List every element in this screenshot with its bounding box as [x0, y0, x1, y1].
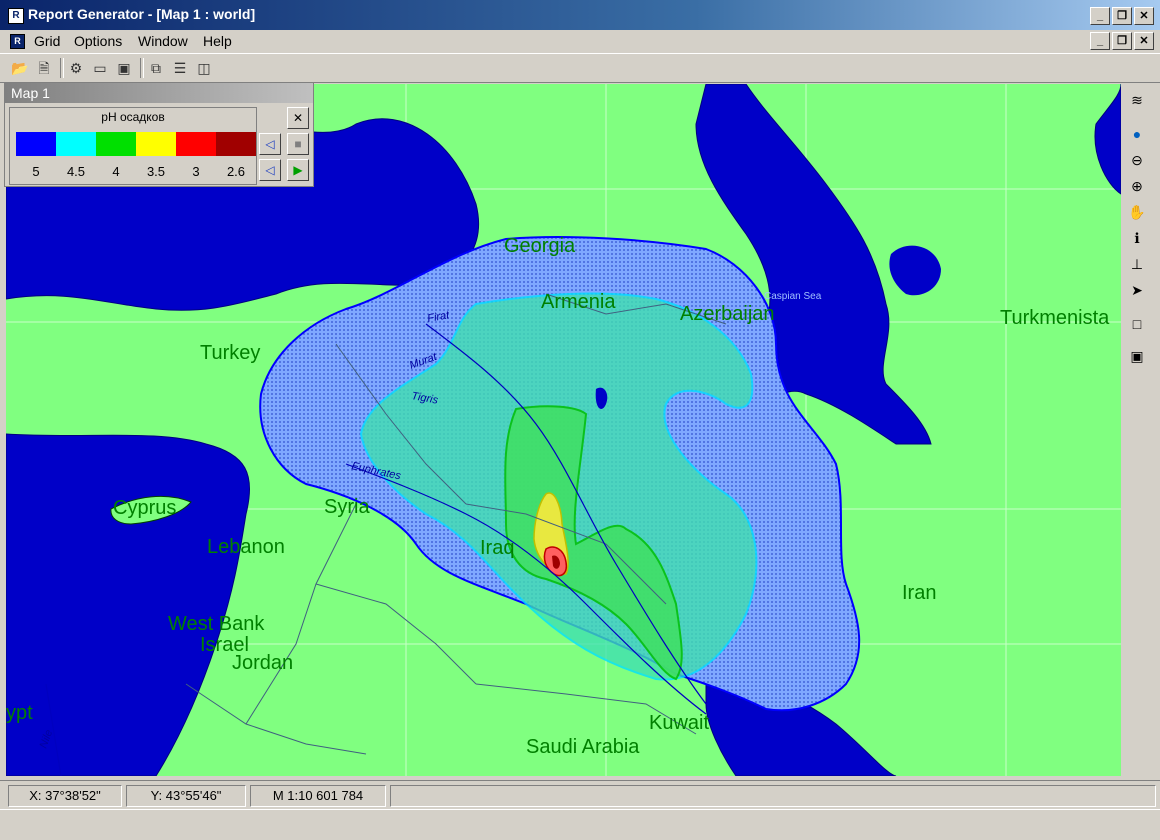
lake [889, 245, 941, 296]
label-lebanon: Lebanon [207, 536, 285, 558]
window-title: Report Generator - [Map 1 : world] [28, 6, 256, 22]
pan-hand-icon[interactable]: ✋ [1127, 202, 1147, 222]
bottom-strip [0, 809, 1160, 840]
title-bar: R Report Generator - [Map 1 : world] _ ❐… [0, 0, 1160, 30]
mdi-doc-icon[interactable]: R [10, 34, 25, 49]
label-kuwait: Kuwait [649, 712, 709, 734]
properties-icon[interactable]: 🗎 [34, 58, 54, 78]
ruler-icon[interactable]: ⊥ [1127, 254, 1147, 274]
snapshot-icon[interactable]: ▣ [1127, 346, 1147, 366]
legend-swatch [96, 132, 136, 156]
legend-header[interactable]: Map 1 [5, 83, 313, 103]
stop-icon[interactable]: ■ [287, 133, 309, 155]
legend-value: 4.5 [66, 164, 86, 179]
legend-swatch [216, 132, 256, 156]
child-close-icon[interactable]: ✕ [1134, 32, 1154, 50]
legend-value: 2.6 [226, 164, 246, 179]
label-turkey: Turkey [200, 342, 260, 364]
zoom-out-icon[interactable]: ⊖ [1127, 150, 1147, 170]
tile-vertical-icon[interactable]: ◫ [194, 58, 214, 78]
settings-gear-icon[interactable]: ⚙ [66, 58, 86, 78]
menu-grid[interactable]: Grid [34, 33, 60, 49]
status-scale: M 1:10 601 784 [250, 785, 386, 807]
child-restore-icon[interactable]: ❐ [1112, 32, 1132, 50]
label-west-bank: West Bank [168, 613, 265, 635]
play-icon[interactable]: ▶ [287, 159, 309, 181]
label-jordan: Jordan [232, 652, 293, 674]
label-caspian-sea: Caspian Sea [764, 291, 822, 302]
mediterranean-sea [6, 433, 251, 776]
legend-swatch [16, 132, 56, 156]
legend-value: 5 [32, 164, 40, 179]
label-egypt: ypt [6, 702, 33, 724]
legend-value: 4 [112, 164, 120, 179]
minimize-icon[interactable]: _ [1090, 7, 1110, 25]
layers-icon[interactable]: ≋ [1127, 90, 1147, 110]
toolbar: 📂 🗎 ⚙ ▭ ▣ ⧉ ☰ ◫ [0, 53, 1160, 83]
menu-options[interactable]: Options [74, 33, 122, 49]
globe-icon[interactable]: ● [1127, 124, 1147, 144]
toolbar-separator [60, 58, 64, 78]
zoom-in-icon[interactable]: ⊕ [1127, 176, 1147, 196]
legend-close-icon[interactable]: ✕ [287, 107, 309, 129]
close-icon[interactable]: ✕ [1134, 7, 1154, 25]
label-syria: Syria [324, 496, 370, 518]
legend-window: Map 1 pH осадков 5 4.5 4 3.5 3 2.6 ✕ ◁ ■… [4, 82, 314, 187]
aral-sea [1094, 84, 1121, 195]
camera-icon[interactable]: ▣ [114, 58, 134, 78]
legend-swatch [56, 132, 96, 156]
right-toolbar: ≋ ● ⊖ ⊕ ✋ ℹ ⊥ ➤ □ ▣ [1122, 84, 1152, 776]
book-icon[interactable]: ▭ [90, 58, 110, 78]
label-iran: Iran [902, 582, 936, 604]
label-turkmenistan: Turkmenista [1000, 307, 1110, 329]
menu-help[interactable]: Help [203, 33, 232, 49]
cascade-windows-icon[interactable]: ⧉ [146, 58, 166, 78]
label-azerbaijan: Azerbaijan [680, 303, 775, 325]
map-view[interactable]: Georgia Armenia Azerbaijan Turkmenista T… [6, 84, 1121, 776]
legend-value: 3.5 [146, 164, 166, 179]
rectangle-select-icon[interactable]: □ [1127, 314, 1147, 334]
status-x-coordinate: X: 37°38'52" [8, 785, 122, 807]
label-cyprus: Cyprus [113, 497, 176, 519]
legend-panel: pH осадков 5 4.5 4 3.5 3 2.6 [9, 107, 257, 185]
menu-bar: R Grid Options Window Help _ ❐ ✕ [0, 30, 1160, 52]
child-minimize-icon[interactable]: _ [1090, 32, 1110, 50]
toolbar-separator [140, 58, 144, 78]
restore-icon[interactable]: ❐ [1112, 7, 1132, 25]
prev-triangle-icon[interactable]: ◁ [259, 133, 281, 155]
status-bar: X: 37°38'52" Y: 43°55'46" M 1:10 601 784 [0, 780, 1160, 809]
pointer-icon[interactable]: ➤ [1127, 280, 1147, 300]
label-saudi-arabia: Saudi Arabia [526, 736, 640, 758]
status-empty [390, 785, 1156, 807]
status-y-coordinate: Y: 43°55'46" [126, 785, 246, 807]
app-icon[interactable]: R [8, 8, 24, 24]
back-triangle-icon[interactable]: ◁ [259, 159, 281, 181]
legend-value: 3 [192, 164, 200, 179]
open-folder-icon[interactable]: 📂 [10, 58, 30, 78]
legend-swatch [136, 132, 176, 156]
info-icon[interactable]: ℹ [1127, 228, 1147, 248]
legend-window-title: Map 1 [11, 85, 50, 101]
label-armenia: Armenia [541, 291, 616, 313]
legend-swatch [176, 132, 216, 156]
tile-horizontal-icon[interactable]: ☰ [170, 58, 190, 78]
label-iraq: Iraq [480, 537, 514, 559]
label-georgia: Georgia [504, 235, 576, 257]
menu-window[interactable]: Window [138, 33, 188, 49]
legend-title: pH осадков [101, 110, 165, 124]
